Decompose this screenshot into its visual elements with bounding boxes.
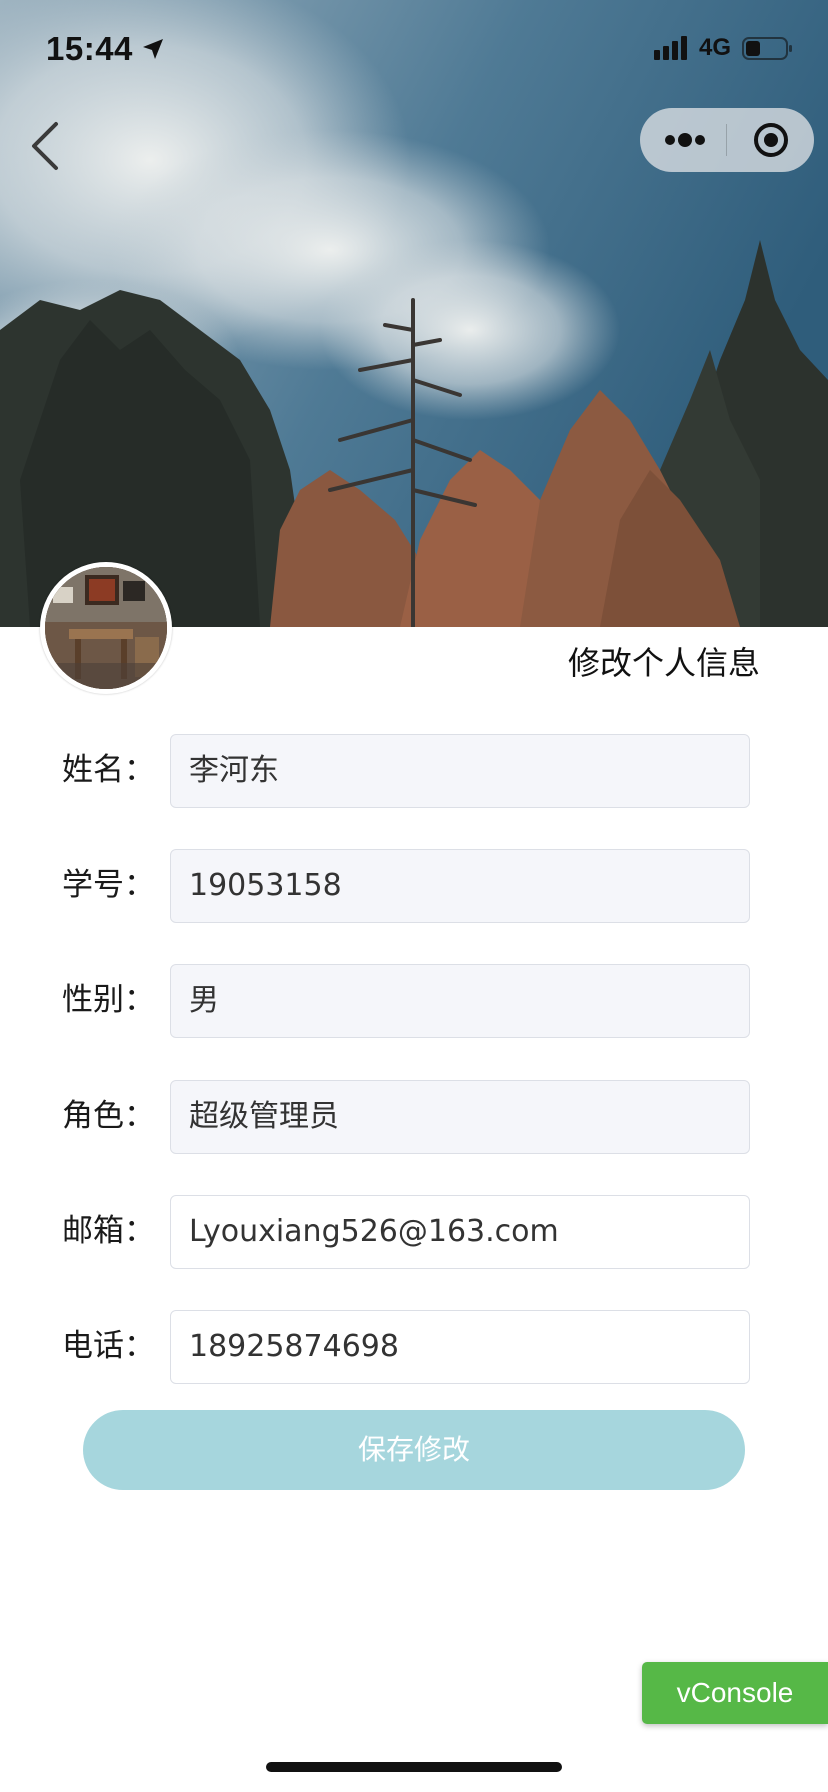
more-dots-icon — [665, 133, 705, 147]
capsule-divider — [726, 124, 727, 156]
phone-label: 电话： — [62, 1328, 155, 1364]
phone-field[interactable]: 18925874698 — [170, 1310, 750, 1384]
vconsole-button[interactable]: vConsole — [642, 1662, 828, 1724]
form-row-gender: 性别： 男 — [0, 964, 828, 1038]
status-bar: 15:44 4G — [0, 0, 828, 100]
name-field[interactable]: 李河东 — [170, 734, 750, 808]
avatar-photo — [45, 567, 167, 689]
form-row-role: 角色： 超级管理员 — [0, 1080, 828, 1154]
home-indicator — [266, 1762, 562, 1772]
more-button[interactable] — [640, 108, 726, 172]
battery-icon — [742, 37, 792, 60]
email-label: 邮箱： — [62, 1213, 155, 1249]
student-id-label: 学号： — [62, 867, 155, 903]
close-button[interactable] — [728, 108, 814, 172]
form-row-name: 姓名： 李河东 — [0, 734, 828, 808]
email-field[interactable]: Lyouxiang526@163.com — [170, 1195, 750, 1269]
status-time: 15:44 — [46, 30, 133, 67]
form-row-phone: 电话： 18925874698 — [0, 1310, 828, 1384]
network-type: 4G — [699, 34, 732, 61]
avatar[interactable] — [40, 562, 172, 694]
signal-bars-icon — [654, 36, 687, 60]
chevron-left-icon — [32, 122, 58, 170]
role-label: 角色： — [62, 1098, 155, 1134]
gender-field[interactable]: 男 — [170, 964, 750, 1038]
target-circle-icon — [754, 123, 788, 157]
save-button[interactable]: 保存修改 — [83, 1410, 745, 1490]
back-button[interactable] — [22, 116, 72, 176]
form-row-student-id: 学号： 19053158 — [0, 849, 828, 923]
location-arrow-icon — [143, 39, 163, 59]
mini-program-capsule — [640, 108, 814, 172]
page-title: 修改个人信息 — [567, 644, 760, 682]
role-field[interactable]: 超级管理员 — [170, 1080, 750, 1154]
name-label: 姓名： — [62, 752, 155, 788]
gender-label: 性别： — [62, 982, 155, 1018]
form-row-email: 邮箱： Lyouxiang526@163.com — [0, 1195, 828, 1269]
student-id-field[interactable]: 19053158 — [170, 849, 750, 923]
